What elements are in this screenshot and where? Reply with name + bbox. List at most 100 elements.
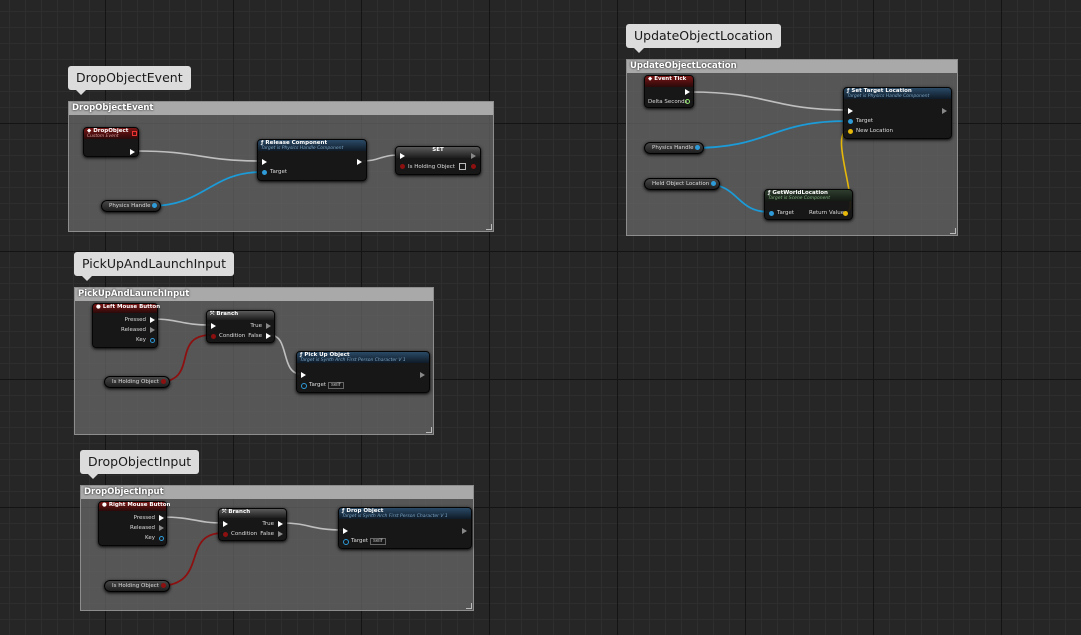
- pin-label-released: Released: [121, 327, 146, 333]
- delegate-pin[interactable]: [132, 131, 137, 136]
- exec-in-pin[interactable]: [400, 153, 405, 159]
- float-out-pin[interactable]: [685, 99, 690, 104]
- node-release-component[interactable]: ƒ Release Component Target is Physics Han…: [257, 139, 367, 181]
- pin-label-delta-seconds: Delta Seconds: [648, 99, 688, 105]
- var-physics-handle[interactable]: Physics Handle: [644, 142, 705, 154]
- condition-pin[interactable]: [223, 532, 228, 537]
- node-header: ƒ Drop Object Target is Synth Arch First …: [339, 508, 471, 519]
- pin-label-released: Released: [130, 525, 155, 531]
- var-label: Is Holding Object: [112, 583, 159, 589]
- exec-in-pin[interactable]: [223, 521, 228, 527]
- exec-out-pin-true[interactable]: [266, 323, 271, 329]
- exec-wire: [160, 516, 224, 524]
- exec-out-pin[interactable]: [471, 153, 476, 159]
- exec-in-pin[interactable]: [343, 528, 348, 534]
- node-pick-up-object[interactable]: ƒ Pick Up Object Target is Synth Arch Fir…: [296, 351, 430, 393]
- bool-in-pin[interactable]: [400, 164, 405, 169]
- exec-in-pin[interactable]: [262, 159, 267, 165]
- checkbox[interactable]: [458, 163, 466, 170]
- exec-out-pin[interactable]: [130, 149, 135, 155]
- node-header: ƒ Release Component Target is Physics Han…: [258, 140, 366, 151]
- var-out-pin[interactable]: [695, 145, 701, 150]
- pin-label-target: Target: [270, 169, 288, 175]
- node-subtitle: Target is Synth Arch First Person Charac…: [342, 514, 448, 519]
- exec-out-pin-pressed[interactable]: [159, 515, 164, 521]
- var-out-pin[interactable]: [160, 583, 166, 588]
- node-event-tick[interactable]: ◆ Event Tick Delta Seconds: [644, 75, 694, 108]
- exec-in-pin[interactable]: [301, 372, 306, 378]
- node-set-target-location[interactable]: ƒ Set Target Location Target is Physics H…: [843, 87, 952, 139]
- node-right-mouse-button[interactable]: ● Right Mouse Button Pressed Released Key: [98, 501, 170, 546]
- var-is-holding-object[interactable]: Is Holding Object: [104, 376, 170, 388]
- exec-out-pin[interactable]: [357, 159, 362, 165]
- vector-out-pin[interactable]: [843, 211, 848, 216]
- node-drop-object[interactable]: ƒ Drop Object Target is Synth Arch First …: [338, 507, 472, 549]
- self-default: self: [328, 382, 344, 389]
- target-pin[interactable]: [301, 383, 307, 389]
- node-set-is-holding-object[interactable]: SET Is Holding Object: [395, 146, 481, 175]
- group-label-drop-object-event[interactable]: DropObjectEvent: [68, 66, 191, 95]
- branch-icon: ⤧: [222, 509, 227, 515]
- group-label-update-object-location[interactable]: UpdateObjectLocation: [626, 24, 781, 53]
- node-header: ƒ Pick Up Object Target is Synth Arch Fir…: [297, 352, 429, 363]
- pin-label-target: Target: [351, 538, 369, 544]
- pin-label-is-holding-object: Is Holding Object: [408, 164, 455, 170]
- var-out-pin[interactable]: [152, 203, 158, 208]
- node-header: ⤧ Branch: [207, 311, 274, 320]
- pin-label-false: False: [260, 531, 274, 537]
- exec-out-pin[interactable]: [685, 89, 690, 95]
- exec-out-pin-released[interactable]: [150, 327, 155, 333]
- target-pin[interactable]: [848, 119, 853, 124]
- exec-out-pin-false[interactable]: [278, 531, 283, 537]
- node-title: SET: [432, 147, 444, 153]
- mouse-icon: ●: [96, 304, 101, 310]
- bool-out-pin[interactable]: [471, 164, 476, 169]
- node-subtitle: Target is Synth Arch First Person Charac…: [300, 358, 406, 363]
- node-subtitle: Target is Physics Handle Component: [261, 146, 344, 151]
- pin-label-pressed: Pressed: [133, 515, 155, 521]
- pin-label-condition: Condition: [219, 333, 246, 339]
- bool-wire: [157, 532, 224, 587]
- exec-in-pin[interactable]: [211, 323, 216, 329]
- node-header: ƒ GetWorldLocation Target is Scene Compon…: [765, 190, 852, 201]
- var-label: Physics Handle: [652, 145, 694, 151]
- group-label-drop-object-input[interactable]: DropObjectInput: [80, 450, 200, 479]
- node-title: Right Mouse Button: [108, 502, 171, 508]
- node-get-world-location[interactable]: ƒ GetWorldLocation Target is Scene Compon…: [764, 189, 853, 220]
- struct-out-pin[interactable]: [150, 338, 155, 343]
- exec-out-pin-false[interactable]: [266, 333, 271, 339]
- node-subtitle: Custom Event: [87, 134, 119, 139]
- var-out-pin[interactable]: [711, 181, 717, 186]
- exec-wire: [689, 91, 849, 111]
- node-branch[interactable]: ⤧ Branch True Condition False: [218, 508, 287, 541]
- node-left-mouse-button[interactable]: ● Left Mouse Button Pressed Released Key: [92, 303, 160, 348]
- mouse-icon: ●: [102, 502, 107, 508]
- exec-out-pin[interactable]: [942, 108, 947, 114]
- node-header: ⤧ Branch: [219, 509, 286, 518]
- vector-pin[interactable]: [848, 129, 853, 134]
- exec-out-pin-released[interactable]: [159, 525, 164, 531]
- node-custom-event-drop-object[interactable]: ◆ DropObject Custom Event: [83, 127, 139, 157]
- condition-pin[interactable]: [211, 334, 216, 339]
- exec-out-pin[interactable]: [420, 372, 425, 378]
- node-header: SET: [396, 147, 480, 158]
- group-label-pick-up-and-launch[interactable]: PickUpAndLaunchInput: [74, 252, 234, 281]
- exec-out-pin-pressed[interactable]: [150, 317, 155, 323]
- var-label: Is Holding Object: [112, 379, 159, 385]
- event-icon: ◆: [648, 76, 653, 82]
- pin-label-false: False: [248, 333, 262, 339]
- var-physics-handle[interactable]: Physics Handle: [101, 200, 162, 212]
- node-branch[interactable]: ⤧ Branch True Condition False: [206, 310, 275, 343]
- exec-out-pin[interactable]: [462, 528, 467, 534]
- target-pin[interactable]: [262, 170, 267, 175]
- exec-in-pin[interactable]: [848, 108, 853, 114]
- target-pin[interactable]: [343, 539, 349, 545]
- var-held-object-location[interactable]: Held Object Location: [644, 178, 721, 190]
- target-row: Target self: [351, 538, 386, 545]
- target-pin[interactable]: [769, 211, 774, 216]
- exec-out-pin-true[interactable]: [278, 521, 283, 527]
- object-wire: [149, 171, 263, 207]
- var-out-pin[interactable]: [160, 379, 166, 384]
- struct-out-pin[interactable]: [159, 536, 164, 541]
- var-is-holding-object[interactable]: Is Holding Object: [104, 580, 170, 592]
